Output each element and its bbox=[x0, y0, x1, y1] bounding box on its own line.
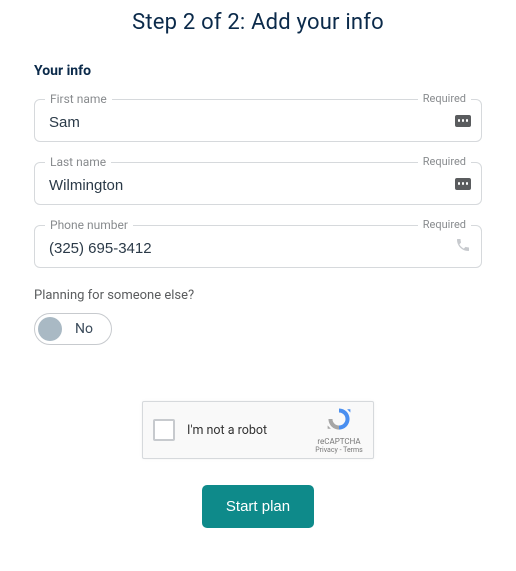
last-name-required: Required bbox=[418, 155, 471, 168]
phone-label: Phone number bbox=[45, 218, 133, 232]
autofill-icon bbox=[455, 115, 471, 127]
recaptcha-widget: I'm not a robot reCAPTCHA Privacy - Term… bbox=[142, 401, 374, 459]
last-name-field-container: Last name Required bbox=[34, 162, 482, 205]
phone-icon bbox=[455, 237, 471, 257]
first-name-input[interactable] bbox=[49, 114, 467, 131]
recaptcha-links[interactable]: Privacy - Terms bbox=[313, 446, 365, 454]
recaptcha-text: I'm not a robot bbox=[187, 423, 313, 438]
toggle-knob bbox=[38, 317, 62, 341]
phone-required: Required bbox=[418, 218, 471, 231]
recaptcha-brand: reCAPTCHA Privacy - Terms bbox=[313, 406, 365, 454]
toggle-label: No bbox=[75, 321, 93, 337]
phone-field-container: Phone number Required bbox=[34, 225, 482, 268]
start-plan-button[interactable]: Start plan bbox=[202, 485, 314, 528]
planning-toggle[interactable]: No bbox=[34, 313, 112, 345]
section-title: Your info bbox=[34, 63, 482, 79]
recaptcha-brand-name: reCAPTCHA bbox=[313, 437, 365, 446]
first-name-label: First name bbox=[45, 92, 112, 106]
recaptcha-icon bbox=[326, 406, 352, 432]
last-name-label: Last name bbox=[45, 155, 111, 169]
phone-input[interactable] bbox=[49, 240, 467, 257]
planning-question: Planning for someone else? bbox=[34, 288, 482, 303]
page-title: Step 2 of 2: Add your info bbox=[34, 10, 482, 35]
last-name-input[interactable] bbox=[49, 177, 467, 194]
autofill-icon bbox=[455, 178, 471, 190]
first-name-field-container: First name Required bbox=[34, 99, 482, 142]
recaptcha-checkbox[interactable] bbox=[153, 419, 175, 441]
first-name-required: Required bbox=[418, 92, 471, 105]
